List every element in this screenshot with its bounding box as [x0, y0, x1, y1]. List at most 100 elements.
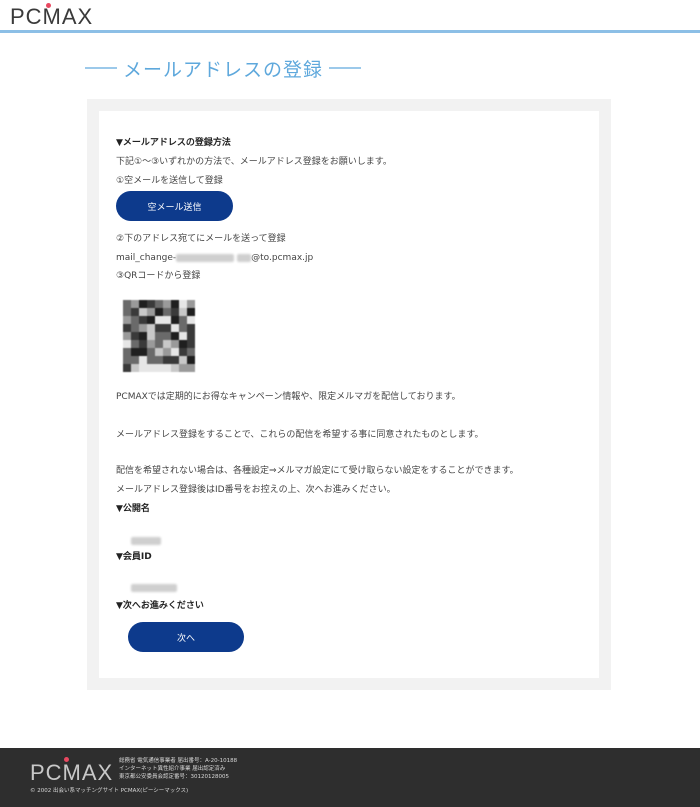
method-intro: 下記①〜③いずれかの方法で、メールアドレス登録をお願いします。 — [116, 157, 392, 167]
qr-cell — [139, 356, 147, 364]
address-prefix: mail_change- — [116, 253, 177, 263]
qr-cell — [155, 308, 163, 316]
next-heading: ▼次へお進みください — [116, 601, 204, 611]
qr-cell — [187, 300, 195, 308]
option1-label: ①空メールを送信して登録 — [116, 176, 223, 186]
qr-cell — [155, 316, 163, 324]
qr-cell — [147, 316, 155, 324]
qr-cell — [147, 348, 155, 356]
qr-code — [123, 300, 195, 372]
qr-cell — [179, 356, 187, 364]
qr-cell — [131, 332, 139, 340]
qr-cell — [155, 324, 163, 332]
page-heading: メールアドレスの登録 — [85, 52, 685, 84]
qr-cell — [139, 340, 147, 348]
qr-cell — [171, 316, 179, 324]
qr-cell — [171, 340, 179, 348]
qr-cell — [147, 340, 155, 348]
member-id-value — [131, 577, 177, 596]
qr-cell — [139, 348, 147, 356]
logo-dot-icon — [46, 3, 51, 8]
qr-cell — [171, 348, 179, 356]
send-empty-mail-button[interactable]: 空メール送信 — [116, 191, 233, 221]
qr-cell — [187, 332, 195, 340]
qr-cell — [179, 348, 187, 356]
option3-label: ③QRコードから登録 — [116, 271, 201, 281]
qr-cell — [187, 308, 195, 316]
public-name-value — [131, 530, 161, 549]
qr-cell — [123, 316, 131, 324]
qr-cell — [123, 308, 131, 316]
info-text-4: メールアドレス登録後はID番号をお控えの上、次へお進みください。 — [116, 485, 396, 495]
qr-cell — [131, 364, 139, 372]
site-footer: PCMAX 総務省 電気通信事業者 届出番号：A-20-10188 インターネッ… — [0, 748, 700, 807]
qr-cell — [163, 364, 171, 372]
license-line-2: インターネット異性紹介事業 届出認定済み — [119, 766, 226, 772]
qr-cell — [139, 364, 147, 372]
qr-cell — [155, 348, 163, 356]
qr-cell — [131, 348, 139, 356]
address-suffix: @to.pcmax.jp — [251, 253, 314, 263]
option2-label: ②下のアドレス宛てにメールを送って登録 — [116, 234, 286, 244]
qr-cell — [171, 356, 179, 364]
qr-cell — [147, 324, 155, 332]
qr-cell — [163, 356, 171, 364]
footer-license-info: 総務省 電気通信事業者 届出番号：A-20-10188 インターネット異性紹介事… — [119, 757, 237, 781]
qr-cell — [171, 324, 179, 332]
qr-cell — [139, 316, 147, 324]
qr-cell — [187, 356, 195, 364]
qr-cell — [123, 340, 131, 348]
qr-cell — [163, 316, 171, 324]
qr-cell — [179, 332, 187, 340]
qr-cell — [147, 364, 155, 372]
license-line-3: 東京都公安委員会認定番号：30120128005 — [119, 774, 229, 780]
page-title: メールアドレスの登録 — [123, 58, 324, 81]
pcmax-logo[interactable]: PCMAX — [10, 4, 93, 30]
qr-cell — [147, 300, 155, 308]
qr-cell — [155, 364, 163, 372]
footer-copyright: © 2002 出会い系マッチングサイト PCMAX(ピーシーマックス) — [30, 788, 189, 794]
address-redacted-2 — [237, 253, 252, 262]
qr-cell — [187, 340, 195, 348]
qr-cell — [139, 332, 147, 340]
qr-cell — [171, 332, 179, 340]
info-text-2: メールアドレス登録をすることで、これらの配信を希望する事に同意されたものとします… — [116, 430, 484, 440]
qr-cell — [187, 364, 195, 372]
qr-cell — [131, 300, 139, 308]
footer-logo[interactable]: PCMAX — [30, 760, 113, 786]
heading-line-right — [329, 67, 362, 69]
qr-cell — [139, 308, 147, 316]
qr-cell — [155, 300, 163, 308]
qr-cell — [187, 316, 195, 324]
qr-cell — [155, 356, 163, 364]
qr-cell — [155, 340, 163, 348]
member-id-heading: ▼会員ID — [116, 552, 152, 562]
qr-cell — [171, 300, 179, 308]
next-button[interactable]: 次へ — [128, 622, 244, 652]
qr-cell — [179, 364, 187, 372]
qr-cell — [163, 340, 171, 348]
heading-line-left — [85, 67, 117, 69]
qr-cell — [155, 332, 163, 340]
qr-cell — [171, 364, 179, 372]
option2-address[interactable]: mail_change- @to.pcmax.jp — [116, 251, 313, 265]
site-header: PCMAX — [0, 0, 700, 33]
qr-cell — [179, 316, 187, 324]
qr-cell — [187, 324, 195, 332]
qr-cell — [147, 332, 155, 340]
qr-cell — [131, 324, 139, 332]
qr-cell — [123, 300, 131, 308]
qr-cell — [131, 308, 139, 316]
qr-cell — [179, 308, 187, 316]
qr-cell — [179, 340, 187, 348]
info-text-3: 配信を希望されない場合は、各種設定⇒メルマガ設定にて受け取らない設定をすることが… — [116, 466, 519, 476]
qr-cell — [123, 364, 131, 372]
qr-cell — [139, 300, 147, 308]
qr-cell — [147, 308, 155, 316]
qr-cell — [147, 356, 155, 364]
qr-cell — [123, 332, 131, 340]
qr-cell — [163, 324, 171, 332]
qr-cell — [163, 300, 171, 308]
qr-cell — [163, 332, 171, 340]
qr-cell — [131, 316, 139, 324]
